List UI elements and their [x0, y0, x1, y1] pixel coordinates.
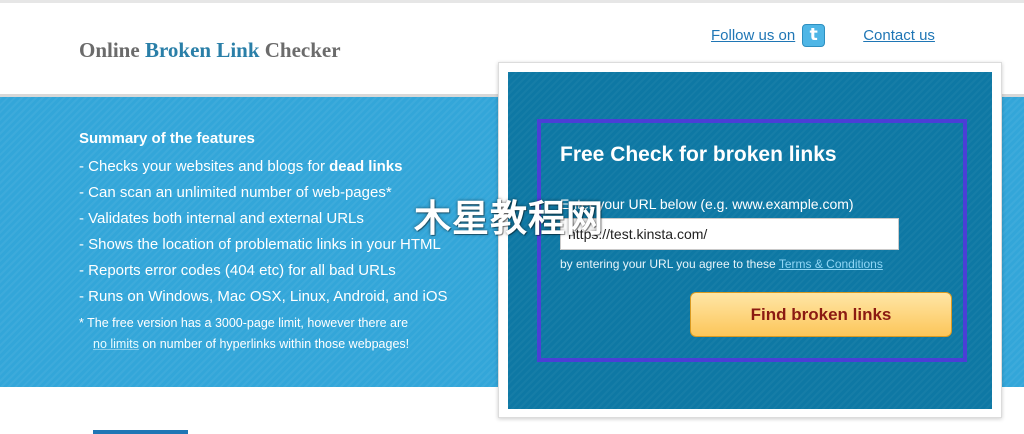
logo-text-online: Online [79, 38, 145, 62]
top-rule [0, 0, 1024, 3]
top-nav: Follow us on t Contact us [711, 22, 935, 48]
feature-item-text: - Shows the location of problematic link… [79, 236, 441, 253]
terms-conditions-link[interactable]: Terms & Conditions [779, 257, 883, 271]
site-logo[interactable]: Online Broken Link Checker [79, 38, 341, 63]
feature-item: - Validates both internal and external U… [79, 206, 499, 232]
url-input[interactable] [560, 218, 899, 250]
features-title: Summary of the features [79, 130, 255, 147]
find-broken-links-button[interactable]: Find broken links [690, 292, 952, 337]
feature-item-text: - Runs on Windows, Mac OSX, Linux, Andro… [79, 288, 448, 305]
footnote-line-2-rest: on number of hyperlinks within those web… [138, 337, 410, 351]
contact-us-link[interactable]: Contact us [863, 27, 935, 44]
follow-us-link[interactable]: Follow us on [711, 27, 795, 44]
free-check-title: Free Check for broken links [560, 143, 837, 166]
feature-item-bold: dead links [329, 158, 403, 175]
features-summary: Summary of the features - Checks your we… [79, 130, 499, 355]
terms-notice-text: by entering your URL you agree to these [560, 257, 779, 271]
url-label: Enter your URL below (e.g. www.example.c… [560, 196, 854, 212]
logo-text-checker: Checker [259, 38, 341, 62]
feature-item-text: - Reports error codes (404 etc) for all … [79, 262, 396, 279]
twitter-icon[interactable]: t [802, 23, 826, 47]
feature-item-text: - Can scan an unlimited number of web-pa… [79, 184, 392, 201]
free-check-card: Free Check for broken links Enter your U… [498, 62, 1002, 418]
feature-item: - Can scan an unlimited number of web-pa… [79, 180, 499, 206]
feature-item: - Runs on Windows, Mac OSX, Linux, Andro… [79, 284, 499, 310]
feature-item-text: - Validates both internal and external U… [79, 210, 364, 227]
no-limits-highlight: no limits [93, 337, 139, 351]
footnote-line-1: * The free version has a 3000-page limit… [79, 316, 409, 330]
footnote-line-2: no limits on number of hyperlinks within… [79, 334, 499, 355]
feature-item: - Checks your websites and blogs for dea… [79, 154, 499, 180]
feature-item-text: - Checks your websites and blogs for [79, 158, 330, 175]
feature-list: - Checks your websites and blogs for dea… [79, 154, 499, 310]
features-footnote: * The free version has a 3000-page limit… [79, 313, 499, 355]
bottom-tab-indicator [93, 430, 188, 434]
logo-text-broken-link: Broken Link [144, 38, 260, 62]
feature-item: - Shows the location of problematic link… [79, 232, 499, 258]
feature-item: - Reports error codes (404 etc) for all … [79, 258, 499, 284]
terms-notice: by entering your URL you agree to these … [560, 257, 883, 271]
